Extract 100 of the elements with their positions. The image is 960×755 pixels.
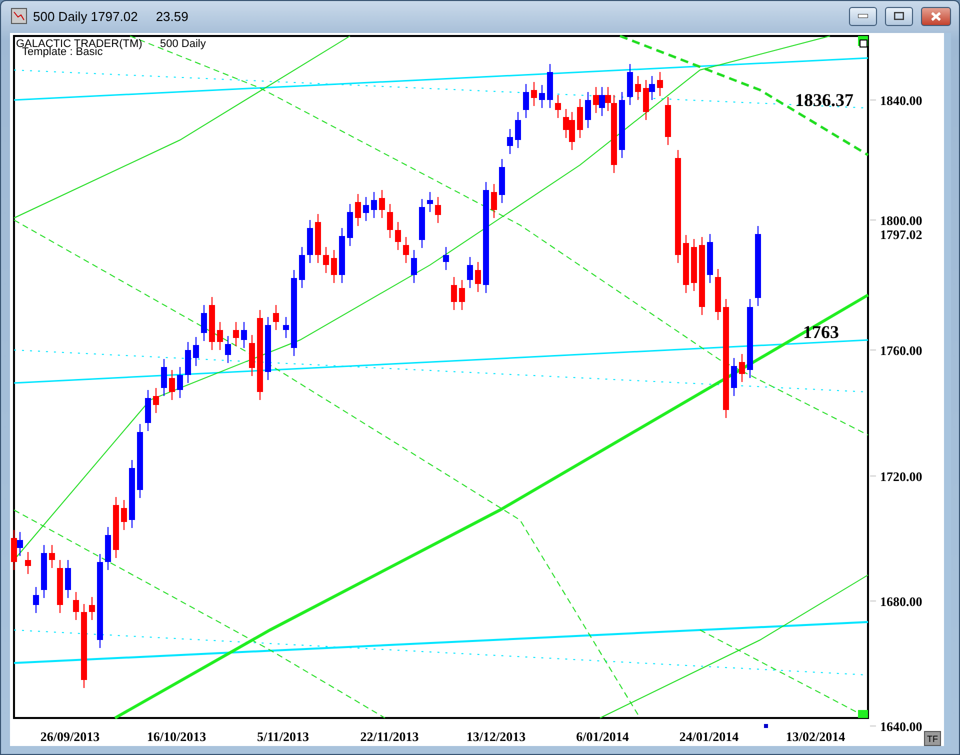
- candlestick: [121, 500, 127, 530]
- title-reading: 23.59: [156, 8, 188, 24]
- price-callout-label: 1763: [803, 322, 839, 342]
- candlestick: [507, 128, 513, 154]
- date-label: 26/09/2013: [40, 729, 100, 744]
- maximize-button[interactable]: [885, 6, 913, 26]
- price-label: 1760.00: [880, 343, 922, 358]
- candlestick: [619, 92, 625, 158]
- candlestick: [193, 336, 199, 366]
- candlestick: [41, 544, 47, 598]
- candlestick: [531, 82, 537, 106]
- candlestick: [249, 334, 255, 376]
- candlestick: [443, 246, 449, 270]
- candlestick: [739, 354, 745, 382]
- candlestick: [691, 238, 697, 292]
- candlestick: [475, 262, 481, 292]
- candlestick: [299, 246, 305, 288]
- price-label: 1840.00: [880, 93, 922, 108]
- price-label: 1720.00: [880, 469, 922, 484]
- candlestick: [347, 204, 353, 246]
- candlestick: [355, 194, 361, 226]
- candlestick: [577, 98, 583, 138]
- candlestick: [177, 366, 183, 398]
- candlestick: [459, 280, 465, 310]
- candlestick: [323, 246, 329, 274]
- window-icon[interactable]: [860, 40, 868, 48]
- candlestick: [217, 322, 223, 350]
- candlestick: [467, 256, 473, 288]
- candlestick: [265, 316, 271, 380]
- candlestick: [379, 190, 385, 218]
- instrument-name: 500 Daily: [160, 38, 206, 50]
- date-label: 13/02/2014: [786, 729, 846, 744]
- price-label: 1640.00: [880, 719, 922, 734]
- candlestick: [25, 552, 31, 574]
- candlestick: [73, 592, 79, 620]
- candlestick: [395, 222, 401, 250]
- candlestick: [65, 560, 71, 598]
- candlestick: [145, 390, 151, 432]
- candlestick: [273, 304, 279, 330]
- candlestick: [585, 92, 591, 128]
- candlestick: [339, 228, 345, 284]
- candlestick: [363, 196, 369, 222]
- maximize-icon: [894, 12, 904, 20]
- candlestick: [715, 268, 721, 320]
- price-callout-label: 1836.37: [795, 90, 854, 110]
- price-label: 1680.00: [880, 594, 922, 609]
- candlestick: [233, 322, 239, 346]
- candlestick: [105, 526, 111, 570]
- candlestick: [169, 370, 175, 400]
- minimize-button[interactable]: [849, 6, 877, 26]
- candlestick: [209, 296, 215, 350]
- candlestick: [657, 72, 663, 96]
- candlestick: [635, 76, 641, 100]
- candlestick: [515, 112, 521, 148]
- candlestick: [403, 236, 409, 264]
- date-label: 13/12/2013: [466, 729, 526, 744]
- candlestick: [201, 304, 207, 342]
- candlestick: [57, 560, 63, 614]
- candlestick: [307, 220, 313, 264]
- candlestick: [435, 196, 441, 224]
- candlestick: [185, 342, 191, 384]
- close-button[interactable]: [921, 6, 951, 26]
- candlestick: [419, 198, 425, 248]
- candlestick: [49, 544, 55, 568]
- candlestick: [113, 496, 119, 558]
- candlestick: [547, 64, 553, 108]
- candlestick: [129, 460, 135, 528]
- date-label: 22/11/2013: [360, 729, 419, 744]
- candlestick: [225, 336, 231, 364]
- date-label: 5/11/2013: [257, 729, 309, 744]
- minimize-icon: [858, 14, 868, 18]
- candlestick: [427, 192, 433, 212]
- candlestick: [707, 234, 713, 284]
- candlestick: [731, 358, 737, 396]
- window-title: 500 Daily 1797.02: [33, 8, 138, 24]
- candlestick: [331, 250, 337, 284]
- close-icon: [931, 12, 941, 20]
- date-label: 24/01/2014: [679, 729, 739, 744]
- price-label: 1800.00: [880, 213, 922, 228]
- candlestick: [491, 184, 497, 218]
- candlestick: [411, 250, 417, 284]
- candlestick: [627, 64, 633, 106]
- date-label: 16/10/2013: [146, 729, 206, 744]
- candlestick: [315, 214, 321, 264]
- candlestick: [33, 586, 39, 614]
- candlestick: [283, 316, 289, 338]
- candlestick: [451, 276, 457, 310]
- candlestick: [523, 84, 529, 118]
- candlestick: [161, 358, 167, 396]
- template-name: Template : Basic: [22, 46, 103, 58]
- candlestick: [241, 322, 247, 348]
- price-label: 1797.02: [880, 227, 922, 242]
- timeframe-button[interactable]: TF: [924, 731, 941, 746]
- candlestick: [555, 94, 561, 118]
- candlestick: [153, 388, 159, 414]
- marker-square: [858, 710, 868, 718]
- candlestick: [539, 84, 545, 108]
- candlestick: [665, 96, 671, 146]
- candlestick: [499, 158, 505, 204]
- candlestick: [89, 596, 95, 620]
